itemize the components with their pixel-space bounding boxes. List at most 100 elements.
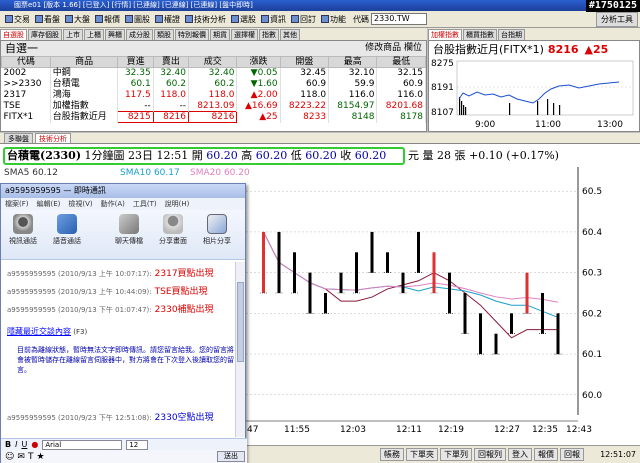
table-row[interactable]: FITX*1 台股指數近月 8215 8216 8216 ▲25 8233 81… bbox=[1, 111, 426, 123]
chat-format-bar: B I U ● Arial 12 bbox=[1, 438, 247, 450]
tab-listed[interactable]: 上市 bbox=[63, 29, 83, 40]
x-tick-label: 12:19 bbox=[438, 425, 464, 435]
text-icon[interactable]: T bbox=[28, 452, 34, 462]
table-row[interactable]: 2002 中鋼 32.35 32.40 32.40 ▼0.05 32.45 32… bbox=[1, 67, 426, 79]
tab-multi-panel[interactable]: 多聯盤 bbox=[4, 133, 33, 143]
quote-tabs: 自選股 庫存個股 上市 上櫃 興櫃 成分股 類股 特別報價 期貨 選擇權 指數 … bbox=[0, 28, 427, 40]
col-bid[interactable]: 買進 bbox=[117, 56, 154, 68]
tab-holdings[interactable]: 庫存個股 bbox=[28, 29, 62, 40]
candle bbox=[293, 252, 296, 293]
stock-code-input[interactable]: 2330.TW bbox=[371, 13, 427, 25]
send-file-button[interactable]: 聊天傳檔 bbox=[107, 214, 151, 246]
share-screen-button[interactable]: 分享畫面 bbox=[151, 214, 195, 246]
market-icon bbox=[65, 15, 73, 23]
video-call-button[interactable]: 視訊通話 bbox=[1, 214, 45, 246]
col-code[interactable]: 代碼 bbox=[1, 56, 51, 68]
tab-special[interactable]: 特別報價 bbox=[175, 29, 209, 40]
chat-menu-view[interactable]: 檢視(V) bbox=[68, 198, 92, 210]
tab-taiex[interactable]: 加權指數 bbox=[428, 29, 462, 40]
tab-otc-index[interactable]: 櫃買指數 bbox=[463, 29, 497, 40]
tab-tx-futures[interactable]: 台指期 bbox=[498, 29, 525, 40]
account-button[interactable]: 帳務 bbox=[380, 448, 404, 461]
candle bbox=[386, 252, 389, 273]
stock-code-box: 代碼 2330.TW bbox=[353, 13, 427, 25]
im-chat-window[interactable]: a9595959595 — 即時通訊 檔案(F) 編輯(E) 檢視(V) 動作(… bbox=[0, 183, 247, 463]
edit-symbols-link[interactable]: 修改商品 欄位 bbox=[365, 41, 422, 56]
quote-status[interactable]: 報價 bbox=[534, 448, 558, 461]
emoticon-icon[interactable]: ☺ bbox=[5, 452, 14, 462]
hide-history-link[interactable]: 隱藏最近交談內容 bbox=[7, 327, 71, 336]
tab-components[interactable]: 成分股 bbox=[126, 29, 153, 40]
tab-futures[interactable]: 期貨 bbox=[210, 29, 230, 40]
tab-index[interactable]: 指數 bbox=[259, 29, 279, 40]
menu-function[interactable]: 功能 bbox=[319, 13, 348, 26]
index-intraday-chart[interactable]: 8275 8191 8107 9:00 11:00 13:00 bbox=[429, 59, 639, 131]
table-row[interactable]: TSE 加權指數 -- -- 8213.09 ▲16.69 8223.22 81… bbox=[1, 100, 426, 112]
menu-quote[interactable]: 報價 bbox=[93, 13, 122, 26]
candle bbox=[339, 272, 343, 293]
trade-icon bbox=[5, 15, 13, 23]
col-ask[interactable]: 賣出 bbox=[152, 56, 190, 68]
order-folder-button[interactable]: 下單夾 bbox=[406, 448, 438, 461]
y-tick-label: 60.3 bbox=[582, 269, 602, 279]
headset-icon bbox=[57, 214, 77, 234]
report-bar-button[interactable]: 回報列 bbox=[474, 448, 506, 461]
tab-tech-analysis[interactable]: 技術分析 bbox=[35, 133, 71, 143]
watchlist-group-name[interactable]: 自選一 bbox=[5, 42, 38, 55]
warrant-icon bbox=[155, 15, 163, 23]
font-color-icon[interactable]: ● bbox=[31, 440, 38, 449]
index-value: 8216 bbox=[547, 43, 579, 56]
col-last[interactable]: 成交 bbox=[187, 56, 238, 68]
nudge-icon[interactable]: ✉ bbox=[17, 452, 25, 462]
col-open[interactable]: 開盤 bbox=[279, 56, 330, 68]
chat-history[interactable]: a9595959595 (2010/9/13 上午 10:07:17): 2317… bbox=[1, 262, 237, 437]
chat-menu-file[interactable]: 檔案(F) bbox=[5, 198, 29, 210]
menu-warrant[interactable]: 權證 bbox=[153, 13, 182, 26]
menu-watch[interactable]: 看盤 bbox=[33, 13, 62, 26]
chat-scrollbar[interactable] bbox=[235, 262, 245, 437]
underline-button[interactable]: U bbox=[21, 440, 27, 449]
chat-menu-tools[interactable]: 工具(T) bbox=[133, 198, 157, 210]
candle bbox=[324, 293, 327, 314]
table-row[interactable]: 2317 鴻海 117.5 118.0 118.0 ▲2.00 118.0 11… bbox=[1, 89, 426, 101]
bold-button[interactable]: B bbox=[5, 440, 11, 449]
col-low[interactable]: 最低 bbox=[376, 56, 426, 68]
menu-stock-picker[interactable]: 選股 bbox=[229, 13, 258, 26]
menu-trade[interactable]: 交易 bbox=[3, 13, 32, 26]
chat-menu-edit[interactable]: 編輯(E) bbox=[37, 198, 61, 210]
stock-picker-icon bbox=[231, 15, 239, 23]
font-size-select[interactable]: 12 bbox=[126, 439, 149, 450]
menu-subscribe[interactable]: 回訂 bbox=[289, 13, 318, 26]
voice-call-button[interactable]: 語音通話 bbox=[45, 214, 89, 246]
x-tick-label: 12:43 bbox=[566, 425, 592, 435]
col-name[interactable]: 商品 bbox=[49, 56, 119, 68]
report-status[interactable]: 回報 bbox=[560, 448, 584, 461]
tab-otc[interactable]: 上櫃 bbox=[84, 29, 104, 40]
tab-sector[interactable]: 類股 bbox=[154, 29, 174, 40]
tab-emerging[interactable]: 興櫃 bbox=[105, 29, 125, 40]
send-button[interactable]: 送出 bbox=[217, 451, 245, 462]
menu-info[interactable]: 資訊 bbox=[259, 13, 288, 26]
font-select[interactable]: Arial bbox=[42, 439, 123, 450]
col-change[interactable]: 漲跌 bbox=[236, 56, 281, 68]
col-high[interactable]: 最高 bbox=[328, 56, 378, 68]
photo-share-button[interactable]: 相片分享 bbox=[195, 214, 239, 246]
menu-chart-stock[interactable]: 圖股 bbox=[123, 13, 152, 26]
order-bar-button[interactable]: 下單列 bbox=[440, 448, 472, 461]
table-row[interactable]: >>2330 台積電 60.1 60.2 60.2 ▼1.60 60.9 59.… bbox=[1, 78, 426, 90]
wink-icon[interactable]: ★ bbox=[36, 452, 44, 462]
tab-options[interactable]: 選擇權 bbox=[231, 29, 258, 40]
tab-other[interactable]: 其他 bbox=[280, 29, 300, 40]
menu-tech-analysis[interactable]: 技術分析 bbox=[183, 13, 228, 26]
tab-watchlist[interactable]: 自選股 bbox=[0, 29, 27, 40]
menu-market[interactable]: 大盤 bbox=[63, 13, 92, 26]
analysis-tools-button[interactable]: 分析工具 bbox=[596, 11, 638, 27]
candle bbox=[556, 313, 560, 355]
index-y-tick: 8191 bbox=[431, 83, 454, 93]
chat-menu-action[interactable]: 動作(A) bbox=[101, 198, 125, 210]
italic-button[interactable]: I bbox=[15, 440, 17, 449]
index-x-tick: 13:00 bbox=[597, 120, 623, 130]
chat-scroll-thumb[interactable] bbox=[237, 282, 244, 362]
chat-menu-help[interactable]: 說明(H) bbox=[165, 198, 190, 210]
login-status[interactable]: 登入 bbox=[508, 448, 532, 461]
